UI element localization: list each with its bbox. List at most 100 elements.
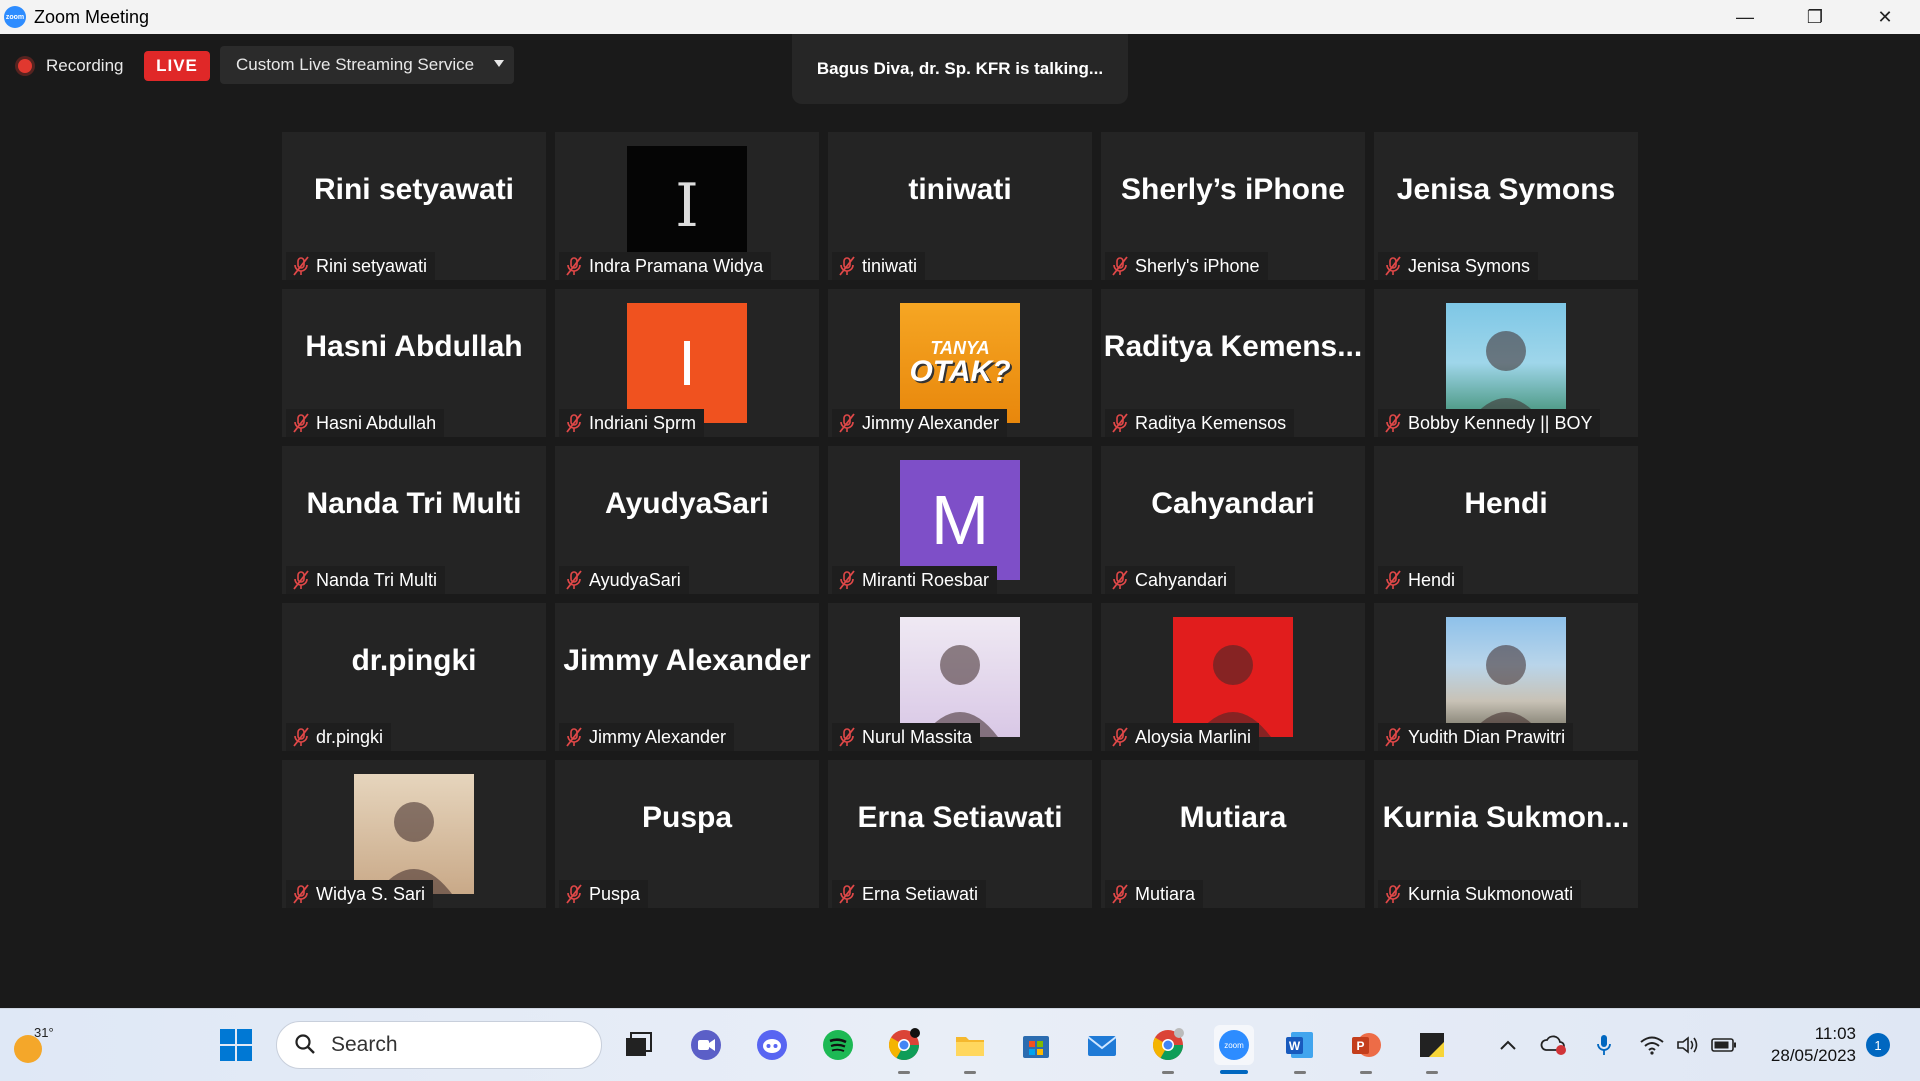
- participant-avatar: [900, 617, 1020, 737]
- participant-tile[interactable]: Aloysia Marlini: [1101, 603, 1365, 751]
- chevron-up-icon[interactable]: [1494, 1031, 1522, 1059]
- close-button[interactable]: ✕: [1850, 0, 1920, 34]
- file-explorer-icon[interactable]: [950, 1025, 990, 1074]
- participant-display-name: Jimmy Alexander: [563, 644, 811, 677]
- windows-start-icon[interactable]: [216, 1025, 256, 1065]
- participant-tile[interactable]: Puspa Puspa: [555, 760, 819, 908]
- participant-tile[interactable]: Raditya Kemens... Raditya Kemensos: [1101, 289, 1365, 437]
- weather-widget[interactable]: 31°: [14, 1025, 58, 1065]
- restore-button[interactable]: ❐: [1780, 0, 1850, 34]
- word-icon[interactable]: W: [1280, 1025, 1320, 1074]
- participant-name-text: Nanda Tri Multi: [316, 569, 438, 590]
- muted-mic-icon: [566, 413, 582, 433]
- participant-tile[interactable]: Hendi Hendi: [1374, 446, 1638, 594]
- microsoft-store-icon[interactable]: [1016, 1025, 1056, 1065]
- participant-name-text: AyudyaSari: [589, 569, 681, 590]
- muted-mic-icon: [839, 884, 855, 904]
- discord-icon[interactable]: [752, 1025, 792, 1065]
- talking-indicator: Bagus Diva, dr. Sp. KFR is talking...: [792, 34, 1128, 104]
- zoom-taskbar-icon[interactable]: zoom: [1214, 1025, 1254, 1074]
- participant-tile[interactable]: Sherly’s iPhone Sherly's iPhone: [1101, 132, 1365, 280]
- participant-display-name: Sherly’s iPhone: [1121, 173, 1345, 206]
- chrome-profile-icon[interactable]: [884, 1025, 924, 1074]
- participant-name-text: Puspa: [589, 883, 641, 904]
- battery-icon[interactable]: [1710, 1031, 1738, 1059]
- participant-tile[interactable]: Yudith Dian Prawitri: [1374, 603, 1638, 751]
- powerpoint-icon[interactable]: P: [1346, 1025, 1386, 1074]
- mail-icon[interactable]: [1082, 1025, 1122, 1065]
- participant-avatar: I: [627, 303, 747, 423]
- participant-tile[interactable]: Kurnia Sukmon... Kurnia Sukmonowati: [1374, 760, 1638, 908]
- zoom-app-icon: zoom: [4, 6, 26, 28]
- participant-tile[interactable]: TANYA OTAK? Jimmy Alexander: [828, 289, 1092, 437]
- muted-mic-icon: [293, 256, 309, 276]
- wifi-icon[interactable]: [1638, 1031, 1666, 1059]
- participant-name-text: Mutiara: [1135, 883, 1196, 904]
- chrome-icon[interactable]: [1148, 1025, 1188, 1074]
- search-icon: [295, 1034, 315, 1054]
- participant-display-name: tiniwati: [908, 173, 1012, 206]
- svg-text:P: P: [1356, 1039, 1364, 1053]
- participant-tile[interactable]: dr.pingki dr.pingki: [282, 603, 546, 751]
- muted-mic-icon: [566, 256, 582, 276]
- onedrive-error-icon[interactable]: [1540, 1031, 1568, 1059]
- taskbar: 31° Search zoom W P 11:03 28/05/2023 1: [0, 1008, 1920, 1081]
- weather-temp: 31°: [34, 1025, 54, 1040]
- muted-mic-icon: [839, 570, 855, 590]
- taskbar-search-input[interactable]: Search: [276, 1021, 602, 1069]
- participant-avatar: [1446, 617, 1566, 737]
- participant-name-text: Kurnia Sukmonowati: [1408, 883, 1574, 904]
- muted-mic-icon: [1112, 884, 1128, 904]
- participant-name-label: Jimmy Alexander: [832, 409, 1008, 437]
- svg-text:zoom: zoom: [1224, 1041, 1244, 1050]
- muted-mic-icon: [839, 727, 855, 747]
- minimize-button[interactable]: —: [1710, 0, 1780, 34]
- participant-tile[interactable]: Mutiara Mutiara: [1101, 760, 1365, 908]
- participant-avatar: I: [627, 146, 747, 266]
- participant-name-text: Miranti Roesbar: [862, 569, 990, 590]
- participant-name-label: Hendi: [1378, 566, 1464, 594]
- muted-mic-icon: [293, 727, 309, 747]
- volume-icon[interactable]: [1674, 1031, 1702, 1059]
- taskbar-clock[interactable]: 11:03 28/05/2023: [1756, 1023, 1856, 1067]
- participant-tile[interactable]: Widya S. Sari: [282, 760, 546, 908]
- active-indicator: [1220, 1070, 1248, 1074]
- task-view-icon[interactable]: [618, 1025, 658, 1065]
- participant-name-text: Indra Pramana Widya: [589, 255, 764, 276]
- participant-display-name: dr.pingki: [351, 644, 477, 677]
- participant-name-text: Jimmy Alexander: [862, 412, 1000, 433]
- muted-mic-icon: [293, 884, 309, 904]
- participant-name-label: Yudith Dian Prawitri: [1378, 723, 1574, 751]
- participant-tile[interactable]: Jimmy Alexander Jimmy Alexander: [555, 603, 819, 751]
- participant-tile[interactable]: I Indra Pramana Widya: [555, 132, 819, 280]
- participant-tile[interactable]: Cahyandari Cahyandari: [1101, 446, 1365, 594]
- participant-tile[interactable]: I Indriani Sprm: [555, 289, 819, 437]
- stream-service-dropdown[interactable]: Custom Live Streaming Service: [220, 46, 514, 84]
- participant-tile[interactable]: Jenisa Symons Jenisa Symons: [1374, 132, 1638, 280]
- participant-tile[interactable]: Rini setyawati Rini setyawati: [282, 132, 546, 280]
- window-controls: — ❐ ✕: [1710, 0, 1920, 34]
- participant-name-text: tiniwati: [862, 255, 918, 276]
- participant-tile[interactable]: Bobby Kennedy || BOY: [1374, 289, 1638, 437]
- muted-mic-icon: [1112, 570, 1128, 590]
- microphone-icon[interactable]: [1590, 1031, 1618, 1059]
- participant-tile[interactable]: Nurul Massita: [828, 603, 1092, 751]
- spotify-icon[interactable]: [818, 1025, 858, 1065]
- participant-tile[interactable]: M Miranti Roesbar: [828, 446, 1092, 594]
- running-indicator: [1162, 1071, 1174, 1074]
- participant-tile[interactable]: Hasni Abdullah Hasni Abdullah: [282, 289, 546, 437]
- muted-mic-icon: [839, 413, 855, 433]
- muted-mic-icon: [293, 570, 309, 590]
- participant-tile[interactable]: Nanda Tri Multi Nanda Tri Multi: [282, 446, 546, 594]
- search-placeholder: Search: [331, 1033, 398, 1056]
- participant-tile[interactable]: AyudyaSari AyudyaSari: [555, 446, 819, 594]
- participant-name-label: dr.pingki: [286, 723, 392, 751]
- recording-indicator[interactable]: Recording: [18, 56, 124, 76]
- participant-display-name: Rini setyawati: [313, 173, 515, 206]
- participant-tile[interactable]: Erna Setiawati Erna Setiawati: [828, 760, 1092, 908]
- sticky-notes-icon[interactable]: [1412, 1025, 1452, 1074]
- notification-badge[interactable]: 1: [1866, 1033, 1890, 1057]
- teams-chat-icon[interactable]: [686, 1025, 726, 1065]
- participant-tile[interactable]: tiniwati tiniwati: [828, 132, 1092, 280]
- participant-avatar: [1446, 303, 1566, 423]
